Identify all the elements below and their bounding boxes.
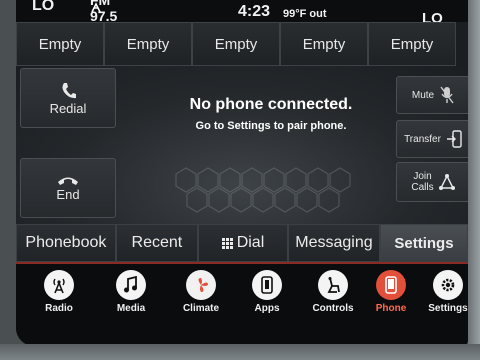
tab-dial-label: Dial [236, 234, 265, 251]
transfer-label: Transfer [404, 133, 441, 145]
transfer-button[interactable]: Transfer [396, 120, 468, 158]
music-note-icon [116, 270, 146, 300]
pair-phone-hint: Go to Settings to pair phone. [195, 120, 347, 132]
bottom-navigation: Radio Media Climate Apps Controls Phone … [16, 262, 468, 346]
preset-2[interactable]: Empty [104, 22, 192, 66]
preset-4[interactable]: Empty [280, 22, 368, 66]
end-label: End [56, 186, 80, 202]
left-fan-indicator: LO [32, 0, 55, 14]
join-calls-label-line1: Join [413, 171, 432, 182]
end-call-button[interactable]: End [20, 158, 116, 218]
mute-label: Mute [411, 89, 435, 101]
join-calls-button[interactable]: Join Calls [396, 162, 468, 202]
tab-dial[interactable]: Dial [197, 224, 288, 262]
status-bar: LO FM 97.5 4:23 99°F out LO [16, 0, 468, 27]
phone-main-area: Redial End No phone connected. Go to Set… [16, 66, 468, 224]
phone-icon [376, 270, 406, 300]
nav-phone[interactable]: Phone [364, 270, 418, 340]
tab-phonebook[interactable]: Phonebook [16, 224, 116, 262]
outside-temperature: 99°F out [283, 8, 327, 20]
nav-media-label: Media [116, 303, 146, 314]
screen-bezel-bottom [0, 344, 480, 360]
nav-controls[interactable]: Controls [306, 270, 360, 340]
preset-3[interactable]: Empty [192, 22, 280, 66]
keypad-icon [221, 237, 233, 249]
screen-bezel-right [468, 0, 480, 360]
tab-recent[interactable]: Recent [115, 224, 198, 262]
radio-tower-icon [44, 270, 74, 300]
transfer-icon [446, 130, 462, 148]
nav-media[interactable]: Media [104, 270, 158, 340]
join-calls-label: Join Calls [411, 171, 433, 193]
nav-climate[interactable]: Climate [174, 270, 228, 340]
preset-1[interactable]: Empty [16, 22, 104, 66]
nav-climate-label: Climate [182, 303, 220, 314]
nav-controls-label: Controls [312, 303, 354, 314]
nav-apps-label: Apps [254, 303, 280, 314]
radio-station[interactable]: FM 97.5 [90, 0, 117, 24]
climate-fan-icon [186, 270, 216, 300]
hang-up-icon [58, 177, 78, 185]
nav-radio-label: Radio [45, 303, 73, 314]
clock: 4:23 [238, 3, 271, 20]
microphone-muted-icon [440, 86, 454, 104]
infotainment-screen: LO FM 97.5 4:23 99°F out LO Empty Empty … [16, 0, 468, 346]
nav-phone-label: Phone [375, 303, 407, 314]
phone-tabs: Phonebook Recent Dial Messaging Settings [16, 224, 468, 262]
no-phone-message: No phone connected. [189, 96, 353, 113]
favorite-presets: Empty Empty Empty Empty Empty [16, 22, 456, 66]
join-calls-label-line2: Calls [411, 182, 434, 193]
phone-handset-icon [62, 82, 76, 98]
join-calls-icon [438, 174, 455, 190]
apps-icon [252, 270, 282, 300]
nav-settings-label: Settings [428, 303, 468, 314]
redial-label: Redial [49, 100, 87, 116]
preset-5[interactable]: Empty [368, 22, 456, 66]
seat-controls-icon [318, 270, 348, 300]
hexagon-pattern [175, 167, 351, 213]
nav-settings[interactable]: Settings [421, 270, 468, 340]
redial-button[interactable]: Redial [20, 68, 116, 128]
mute-button[interactable]: Mute [396, 76, 468, 114]
nav-apps[interactable]: Apps [240, 270, 294, 340]
radio-station-label: FM 97.5 [90, 0, 118, 24]
gear-icon [433, 270, 463, 300]
tab-settings[interactable]: Settings [379, 224, 468, 262]
tab-messaging[interactable]: Messaging [287, 224, 380, 262]
nav-radio[interactable]: Radio [32, 270, 86, 340]
